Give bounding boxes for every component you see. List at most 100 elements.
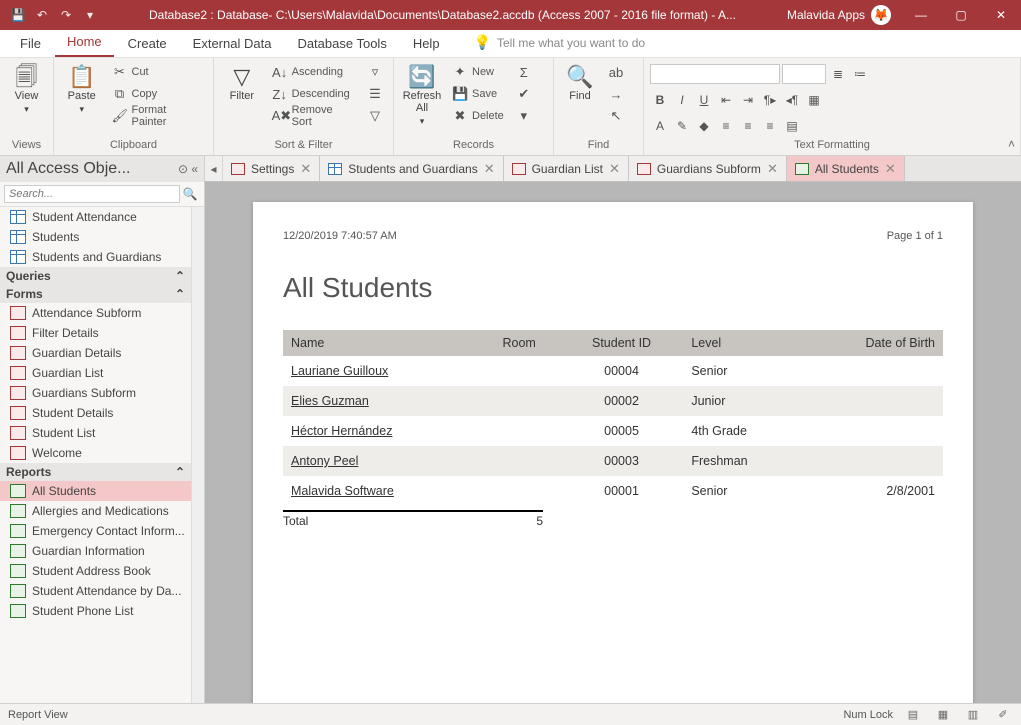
bullets-button[interactable]: ≣ xyxy=(828,64,848,84)
tab-file[interactable]: File xyxy=(8,31,53,57)
document-tab[interactable]: Settings✕ xyxy=(223,156,320,181)
totals-button[interactable]: Σ xyxy=(512,62,536,82)
fill-color-button[interactable]: ◆ xyxy=(694,116,714,136)
nav-header[interactable]: All Access Obje... ⊙ « xyxy=(0,156,204,182)
account-area[interactable]: Malavida Apps 🦊 xyxy=(777,5,901,25)
nav-item[interactable]: Student Phone List xyxy=(0,601,191,621)
view-layout-icon[interactable]: ▥ xyxy=(963,707,983,723)
view-button[interactable]: 🗐View▾ xyxy=(6,62,47,119)
more-records-button[interactable]: ▾ xyxy=(512,106,536,126)
view-design-icon[interactable]: ✐ xyxy=(993,707,1013,723)
tab-help[interactable]: Help xyxy=(401,31,452,57)
format-painter-button[interactable]: 🖌Format Painter xyxy=(108,106,208,126)
replace-button[interactable]: ab xyxy=(604,62,628,82)
bold-button[interactable]: B xyxy=(650,90,670,110)
nav-item[interactable]: Students and Guardians xyxy=(0,247,191,267)
nav-item[interactable]: All Students xyxy=(0,481,191,501)
document-tab[interactable]: Students and Guardians✕ xyxy=(320,156,503,181)
tab-create[interactable]: Create xyxy=(116,31,179,57)
nav-item[interactable]: Guardian Details xyxy=(0,343,191,363)
indent-increase-button[interactable]: ⇥ xyxy=(738,90,758,110)
nav-item[interactable]: Filter Details xyxy=(0,323,191,343)
nav-item[interactable]: Student List xyxy=(0,423,191,443)
nav-item[interactable]: Guardians Subform xyxy=(0,383,191,403)
gridlines-button[interactable]: ▦ xyxy=(804,90,824,110)
align-right-button[interactable]: ≡ xyxy=(760,116,780,136)
goto-button[interactable]: → xyxy=(604,84,628,104)
nav-item[interactable]: Student Address Book xyxy=(0,561,191,581)
tab-database-tools[interactable]: Database Tools xyxy=(285,31,398,57)
italic-button[interactable]: I xyxy=(672,90,692,110)
rtl-button[interactable]: ◂¶ xyxy=(782,90,802,110)
nav-item[interactable]: Emergency Contact Inform... xyxy=(0,521,191,541)
nav-category[interactable]: Forms⌃ xyxy=(0,285,191,303)
sort-desc-button[interactable]: Z↓Descending xyxy=(268,84,359,104)
selection-filter-button[interactable]: ▿ xyxy=(363,62,387,82)
view-report-icon[interactable]: ▤ xyxy=(903,707,923,723)
new-record-button[interactable]: ✦New xyxy=(448,62,508,82)
nav-item[interactable]: Attendance Subform xyxy=(0,303,191,323)
select-button[interactable]: ↖ xyxy=(604,106,628,126)
sort-asc-button[interactable]: A↓Ascending xyxy=(268,62,359,82)
alt-row-color-button[interactable]: ▤ xyxy=(782,116,802,136)
nav-dropdown-icon[interactable]: ⊙ « xyxy=(178,162,198,176)
save-record-button[interactable]: 💾Save xyxy=(448,84,508,104)
toggle-filter-button[interactable]: ▽ xyxy=(363,106,387,126)
close-button[interactable]: ✕ xyxy=(981,0,1021,30)
search-icon[interactable]: 🔍 xyxy=(180,185,200,203)
collapse-ribbon-icon[interactable]: ˄ xyxy=(1008,137,1015,151)
nav-item[interactable]: Welcome xyxy=(0,443,191,463)
search-input[interactable] xyxy=(4,185,180,203)
document-tab[interactable]: Guardians Subform✕ xyxy=(629,156,787,181)
close-tab-icon[interactable]: ✕ xyxy=(885,161,896,177)
tell-me[interactable]: 💡 Tell me what you want to do xyxy=(474,34,646,57)
close-tab-icon[interactable]: ✕ xyxy=(767,161,778,177)
remove-sort-button[interactable]: A✖Remove Sort xyxy=(268,106,359,126)
nav-item[interactable]: Student Attendance by Da... xyxy=(0,581,191,601)
nav-item[interactable]: Guardian List xyxy=(0,363,191,383)
spelling-button[interactable]: ✔ xyxy=(512,84,536,104)
document-tab[interactable]: Guardian List✕ xyxy=(504,156,629,181)
nav-item[interactable]: Student Details xyxy=(0,403,191,423)
view-print-icon[interactable]: ▦ xyxy=(933,707,953,723)
font-color-button[interactable]: A xyxy=(650,116,670,136)
copy-button[interactable]: ⧉Copy xyxy=(108,84,208,104)
highlight-button[interactable]: ✎ xyxy=(672,116,692,136)
nav-category[interactable]: Queries⌃ xyxy=(0,267,191,285)
nav-item[interactable]: Students xyxy=(0,227,191,247)
filter-button[interactable]: ▽Filter xyxy=(220,62,264,106)
underline-button[interactable]: U xyxy=(694,90,714,110)
numbering-button[interactable]: ≔ xyxy=(850,64,870,84)
font-family-select[interactable] xyxy=(650,64,780,84)
advanced-filter-button[interactable]: ☰ xyxy=(363,84,387,104)
nav-item[interactable]: Allergies and Medications xyxy=(0,501,191,521)
align-center-button[interactable]: ≡ xyxy=(738,116,758,136)
font-size-select[interactable] xyxy=(782,64,826,84)
close-tab-icon[interactable]: ✕ xyxy=(484,161,495,177)
undo-icon[interactable]: ↶ xyxy=(32,5,52,25)
nav-item[interactable]: Student Attendance xyxy=(0,207,191,227)
paste-button[interactable]: 📋Paste▾ xyxy=(60,62,104,119)
redo-icon[interactable]: ↷ xyxy=(56,5,76,25)
maximize-button[interactable]: ▢ xyxy=(941,0,981,30)
close-tab-icon[interactable]: ✕ xyxy=(300,161,311,177)
nav-category[interactable]: Reports⌃ xyxy=(0,463,191,481)
qat-customize-icon[interactable]: ▾ xyxy=(80,5,100,25)
nav-scrollbar[interactable] xyxy=(191,207,204,703)
indent-decrease-button[interactable]: ⇤ xyxy=(716,90,736,110)
align-left-button[interactable]: ≡ xyxy=(716,116,736,136)
cut-button[interactable]: ✂Cut xyxy=(108,62,208,82)
refresh-all-button[interactable]: 🔄Refresh All▾ xyxy=(400,62,444,131)
document-tab[interactable]: All Students✕ xyxy=(787,156,905,181)
nav-item[interactable]: Guardian Information xyxy=(0,541,191,561)
close-tab-icon[interactable]: ✕ xyxy=(609,161,620,177)
save-icon[interactable]: 💾 xyxy=(8,5,28,25)
tab-external-data[interactable]: External Data xyxy=(181,31,284,57)
delete-record-button[interactable]: ✖Delete xyxy=(448,106,508,126)
document-body[interactable]: 12/20/2019 7:40:57 AM Page 1 of 1 All St… xyxy=(205,182,1021,703)
ltr-button[interactable]: ¶▸ xyxy=(760,90,780,110)
minimize-button[interactable]: — xyxy=(901,0,941,30)
tab-scroll-left[interactable]: ◂ xyxy=(205,156,223,181)
tab-home[interactable]: Home xyxy=(55,29,114,57)
find-button[interactable]: 🔍Find xyxy=(560,62,600,106)
